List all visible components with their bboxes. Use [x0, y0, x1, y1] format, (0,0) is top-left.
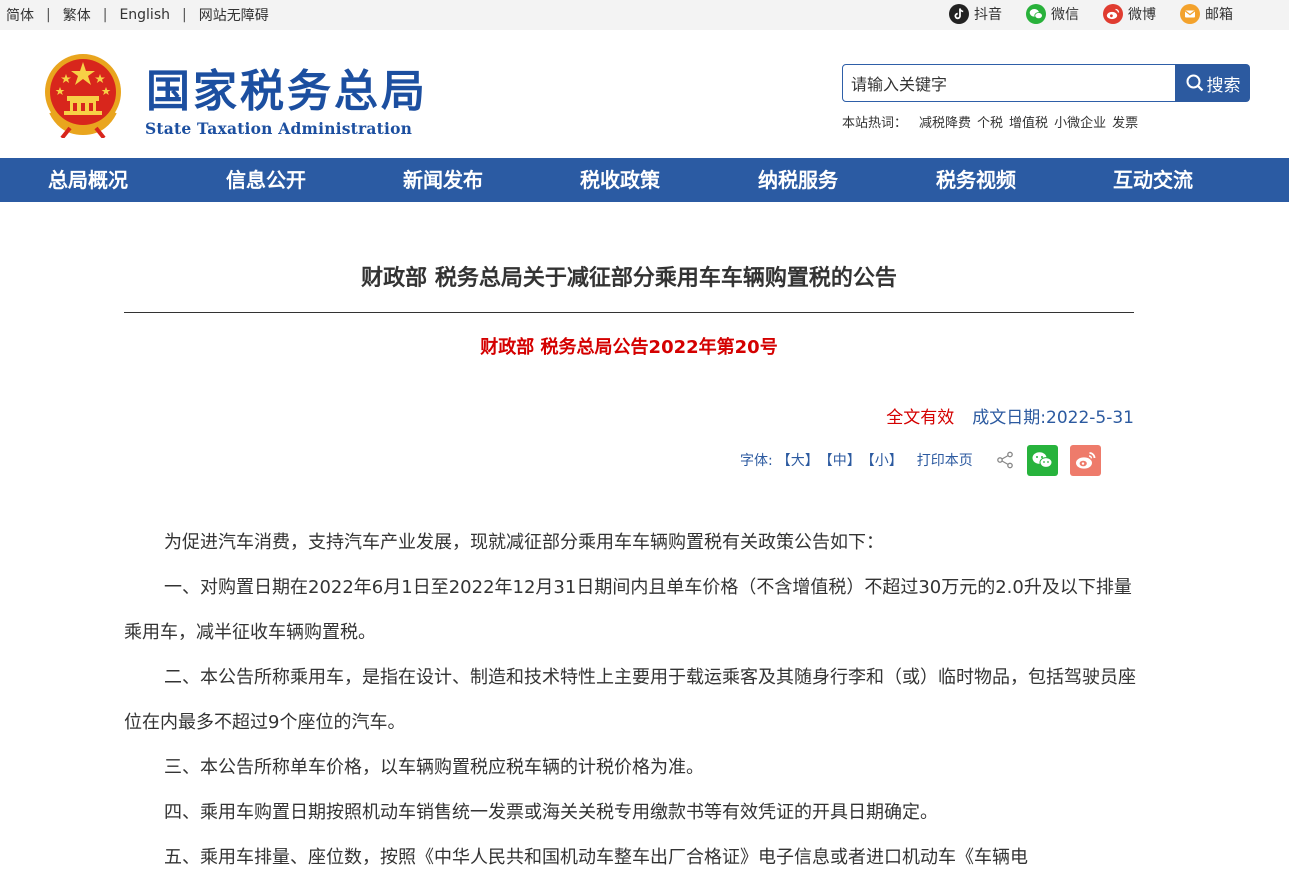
hot-keyword-link[interactable]: 小微企业 [1054, 112, 1106, 131]
language-switcher: 简体 | 繁体 | English | 网站无障碍 [6, 5, 269, 25]
weibo-link[interactable]: 微博 [1103, 4, 1156, 24]
document-date: 成文日期:2022-5-31 [972, 408, 1134, 428]
article-paragraph: 为促进汽车消费，支持汽车产业发展，现就减征部分乘用车车辆购置税有关政策公告如下： [164, 532, 884, 553]
lang-traditional-link[interactable]: 繁体 [63, 5, 91, 25]
top-utility-bar: 简体 | 繁体 | English | 网站无障碍 抖音 微信 微博 邮箱 [0, 0, 1289, 30]
article-paragraph: 五、乘用车排量、座位数，按照《中华人民共和国机动车整车出厂合格证》电子信息或者进… [164, 847, 1028, 868]
wechat-link[interactable]: 微信 [1026, 4, 1079, 24]
article-tools: 字体: 【大】 【中】 【小】 打印本页 [740, 444, 1101, 476]
hot-keyword-link[interactable]: 发票 [1112, 112, 1138, 131]
article-body: 为促进汽车消费，支持汽车产业发展，现就减征部分乘用车车辆购置税有关政策公告如下：… [124, 520, 1136, 872]
wechat-label: 微信 [1051, 7, 1079, 23]
separator: | [182, 7, 187, 23]
hot-keywords: 本站热词： 减税降费 个税 增值税 小微企业 发票 [842, 112, 1144, 131]
separator: | [46, 7, 51, 23]
validity-status: 全文有效 [886, 408, 955, 428]
search-icon [1186, 74, 1203, 92]
font-large-button[interactable]: 【大】 [777, 450, 819, 470]
search-button-label: 搜索 [1206, 75, 1241, 96]
weibo-icon [1103, 4, 1123, 24]
nav-item-interaction[interactable]: 互动交流 [1113, 158, 1193, 202]
lang-english-link[interactable]: English [119, 7, 170, 23]
search-input[interactable] [842, 64, 1176, 102]
share-weibo-button[interactable] [1069, 444, 1101, 476]
site-title-en[interactable]: State Taxation Administration [145, 119, 412, 138]
mail-link[interactable]: 邮箱 [1180, 4, 1233, 24]
site-title-cn[interactable]: 国家税务总局 [146, 66, 428, 118]
national-emblem-icon[interactable] [42, 52, 124, 138]
article-paragraph: 二、本公告所称乘用车，是指在设计、制造和技术特性上主要用于载运乘客及其随身行李和… [124, 667, 1136, 733]
separator: | [102, 7, 108, 23]
print-page-link[interactable]: 打印本页 [917, 450, 973, 470]
wechat-icon [1032, 451, 1053, 468]
nav-item-info-disclosure[interactable]: 信息公开 [226, 158, 306, 202]
wechat-icon [1026, 4, 1046, 24]
title-divider [124, 312, 1134, 313]
site-header: 国家税务总局 State Taxation Administration 搜索 … [0, 30, 1289, 158]
nav-item-tax-video[interactable]: 税务视频 [936, 158, 1016, 202]
nav-item-tax-policy[interactable]: 税收政策 [580, 158, 660, 202]
hot-keyword-link[interactable]: 个税 [977, 112, 1003, 131]
douyin-icon [949, 4, 969, 24]
mail-icon [1180, 4, 1200, 24]
article-meta: 全文有效 成文日期:2022-5-31 [886, 403, 1134, 428]
article-paragraph: 三、本公告所称单车价格，以车辆购置税应税车辆的计税价格为准。 [164, 757, 704, 778]
douyin-label: 抖音 [974, 7, 1002, 23]
main-nav: 总局概况 信息公开 新闻发布 税收政策 纳税服务 税务视频 互动交流 [0, 158, 1289, 202]
article-paragraph: 四、乘用车购置日期按照机动车销售统一发票或海关关税专用缴款书等有效凭证的开具日期… [164, 802, 938, 823]
nav-item-taxpayer-service[interactable]: 纳税服务 [758, 158, 838, 202]
article-paragraph: 一、对购置日期在2022年6月1日至2022年12月31日期间内且单车价格（不含… [124, 577, 1132, 643]
hot-keyword-link[interactable]: 增值税 [1009, 112, 1048, 131]
hot-keywords-label: 本站热词： [842, 116, 908, 131]
mail-label: 邮箱 [1205, 7, 1233, 23]
share-icon[interactable] [995, 450, 1015, 470]
font-size-label: 字体: [740, 453, 773, 469]
weibo-label: 微博 [1128, 7, 1156, 23]
hot-keyword-link[interactable]: 减税降费 [919, 112, 971, 131]
search-button[interactable]: 搜索 [1175, 64, 1250, 102]
share-wechat-button[interactable] [1026, 444, 1058, 476]
accessibility-link[interactable]: 网站无障碍 [199, 5, 269, 25]
nav-item-news[interactable]: 新闻发布 [403, 158, 483, 202]
article-title: 财政部 税务总局关于减征部分乘用车车辆购置税的公告 [361, 266, 897, 291]
font-small-button[interactable]: 【小】 [861, 450, 903, 470]
douyin-link[interactable]: 抖音 [949, 4, 1002, 24]
font-medium-button[interactable]: 【中】 [819, 450, 861, 470]
weibo-icon [1075, 451, 1096, 469]
nav-item-overview[interactable]: 总局概况 [48, 158, 128, 202]
document-number: 财政部 税务总局公告2022年第20号 [480, 337, 778, 358]
social-links: 抖音 微信 微博 邮箱 [925, 4, 1233, 24]
lang-simplified-link[interactable]: 简体 [6, 5, 34, 25]
